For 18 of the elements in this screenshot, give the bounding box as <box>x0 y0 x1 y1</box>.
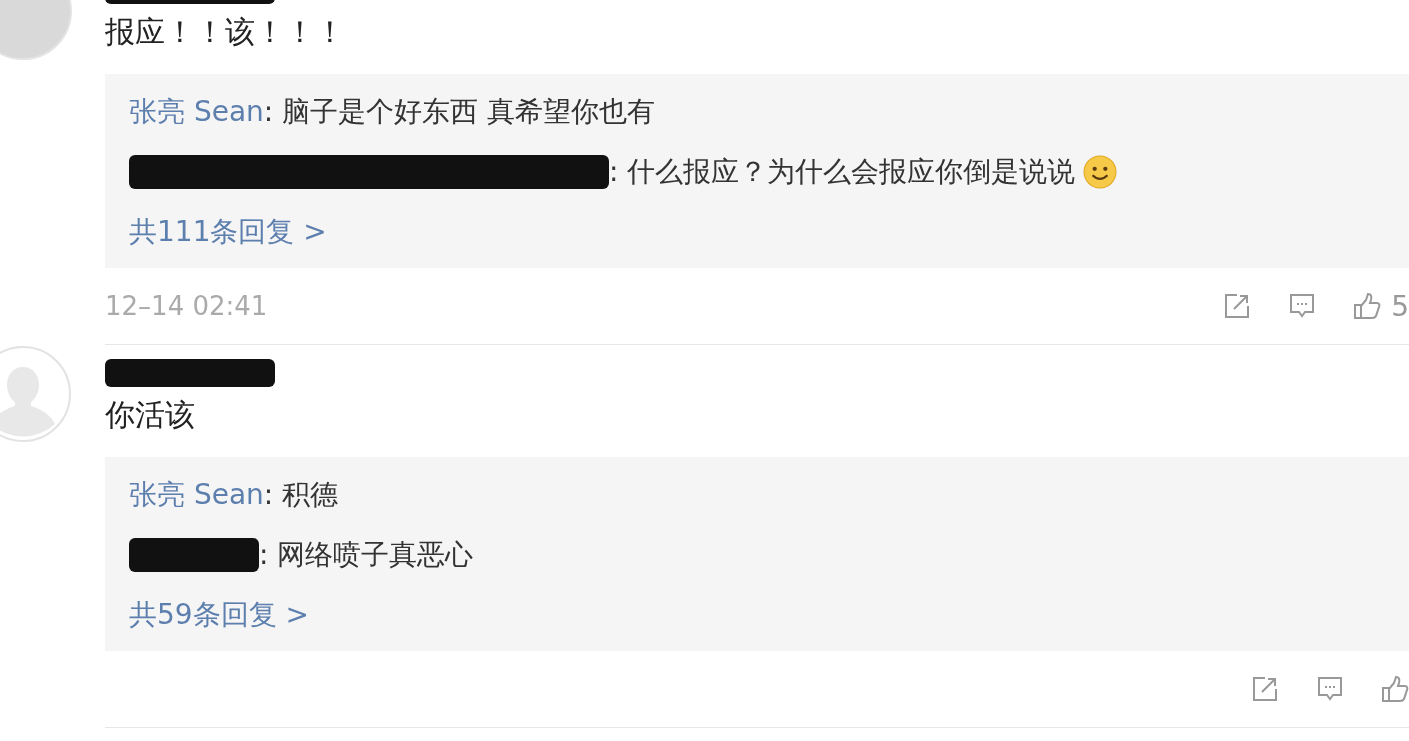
timestamp: 12–14 02:41 <box>105 291 268 321</box>
share-icon[interactable] <box>1223 292 1252 320</box>
comment-icon[interactable] <box>1288 292 1317 320</box>
reply-text: : 积德 <box>263 477 339 513</box>
reply-text: : 网络喷子真恶心 <box>259 537 474 573</box>
thumbs-up-icon[interactable] <box>1381 675 1409 703</box>
like-count: 5 <box>1391 289 1409 323</box>
thumbs-up-icon[interactable] <box>1353 292 1382 320</box>
comment-icon[interactable] <box>1316 675 1344 703</box>
more-replies-link[interactable]: 共59条回复 > <box>129 595 1385 635</box>
more-replies-link[interactable]: 共111条回复 > <box>129 212 1385 252</box>
comment-text: 报应！！该！！！ <box>105 13 345 51</box>
reply-text: : 什么报应？为什么会报应你倒是说说 <box>609 154 1076 190</box>
share-icon[interactable] <box>1251 675 1279 703</box>
reply-author-link[interactable]: 张亮 Sean <box>129 475 264 515</box>
comment-text: 你活该 <box>105 396 196 434</box>
reply-text: : 脑子是个好东西 真希望你也有 <box>263 94 656 130</box>
reply-author-link[interactable]: 张亮 Sean <box>129 92 264 132</box>
